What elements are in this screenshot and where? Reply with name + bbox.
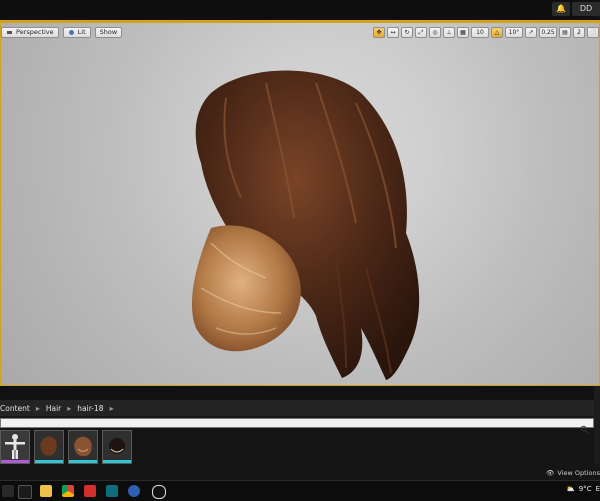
hair-icon bbox=[40, 436, 57, 456]
scale-icon[interactable]: ⤢ bbox=[415, 27, 427, 38]
weather-text: 9°C bbox=[578, 485, 592, 493]
hair-icon bbox=[109, 438, 125, 454]
breadcrumb: Content ▸ Hair ▸ hair-18 ▸ bbox=[0, 400, 600, 416]
search-input[interactable] bbox=[0, 418, 594, 434]
perspective-icon bbox=[6, 29, 13, 36]
breadcrumb-separator: ▸ bbox=[109, 403, 114, 413]
eye-icon: 👁 bbox=[546, 469, 555, 477]
notifications-button[interactable]: 🔔 bbox=[552, 2, 570, 16]
select-mode-icon[interactable]: ✥ bbox=[373, 27, 385, 38]
content-browser-tabs bbox=[0, 386, 600, 401]
asset-tile-hair-3[interactable] bbox=[102, 430, 132, 464]
viewport-toolbar-right: ✥ ↔ ↻ ⤢ ◎ ⊥ ▦ 10 △ 10° ↗ 0.25 ▤ 2 ⬜ bbox=[373, 27, 599, 38]
perspective-label: Perspective bbox=[16, 28, 54, 36]
top-right-label[interactable]: DD bbox=[572, 2, 600, 16]
language-indicator[interactable]: E bbox=[596, 485, 600, 493]
asset-type-strip bbox=[1, 460, 29, 463]
level-viewport[interactable]: Perspective Lit Show ✥ ↔ ↻ ⤢ ◎ ⊥ ▦ 10 △ … bbox=[0, 22, 600, 386]
window-title-bar: 🔔 DD bbox=[0, 0, 600, 22]
hair-mesh-preview[interactable] bbox=[156, 58, 446, 388]
content-browser-scrollbar[interactable] bbox=[594, 386, 600, 464]
mannequin-icon bbox=[5, 434, 25, 459]
breadcrumb-item-hair[interactable]: Hair bbox=[46, 404, 61, 413]
lit-button[interactable]: Lit bbox=[62, 27, 91, 38]
asset-type-strip bbox=[35, 460, 63, 463]
search-icon[interactable] bbox=[580, 419, 589, 434]
grid-snap-icon[interactable]: ▦ bbox=[457, 27, 469, 38]
hair-icon bbox=[74, 436, 92, 457]
camera-speed-icon[interactable]: ▤ bbox=[559, 27, 571, 38]
breadcrumb-separator: ▸ bbox=[35, 403, 40, 413]
asset-type-strip bbox=[103, 460, 131, 463]
taskbar: ⛅ 9°C E bbox=[0, 480, 600, 501]
cinema-icon[interactable] bbox=[128, 485, 140, 497]
breadcrumb-separator: ▸ bbox=[67, 403, 72, 413]
world-local-icon[interactable]: ◎ bbox=[429, 27, 441, 38]
translate-icon[interactable]: ↔ bbox=[387, 27, 399, 38]
opera-icon[interactable] bbox=[84, 485, 96, 497]
view-options-button[interactable]: 👁 View Options bbox=[546, 469, 600, 477]
asset-tile-hair-1[interactable] bbox=[34, 430, 64, 464]
maya-icon[interactable] bbox=[106, 485, 118, 497]
breadcrumb-item-content[interactable]: Content bbox=[0, 404, 30, 413]
scale-snap-icon[interactable]: ↗ bbox=[525, 27, 537, 38]
lit-label: Lit bbox=[77, 28, 86, 36]
asset-tile-hair-2[interactable] bbox=[68, 430, 98, 464]
start-icon[interactable] bbox=[2, 485, 14, 497]
task-view-icon[interactable] bbox=[18, 485, 32, 499]
camera-speed-value[interactable]: 2 bbox=[573, 27, 585, 38]
unreal-icon[interactable] bbox=[152, 485, 166, 499]
file-explorer-icon[interactable] bbox=[40, 485, 52, 497]
maximize-viewport-icon[interactable]: ⬜ bbox=[587, 27, 599, 38]
rotation-snap-icon[interactable]: △ bbox=[491, 27, 503, 38]
system-tray: ⛅ 9°C E bbox=[566, 485, 600, 493]
asset-type-strip bbox=[69, 460, 97, 463]
grid-size-value[interactable]: 10 bbox=[471, 27, 489, 38]
show-label: Show bbox=[99, 28, 118, 36]
rotation-snap-value[interactable]: 10° bbox=[505, 27, 523, 38]
asset-tile-mannequin[interactable] bbox=[0, 430, 30, 464]
chrome-icon[interactable] bbox=[62, 485, 74, 497]
show-button[interactable]: Show bbox=[94, 27, 123, 38]
scale-snap-value[interactable]: 0.25 bbox=[539, 27, 557, 38]
viewport-toolbar-left: Perspective Lit Show bbox=[1, 27, 123, 38]
asset-grid bbox=[0, 430, 132, 466]
rotate-icon[interactable]: ↻ bbox=[401, 27, 413, 38]
breadcrumb-item-hair-18[interactable]: hair-18 bbox=[77, 404, 103, 413]
surface-snap-icon[interactable]: ⊥ bbox=[443, 27, 455, 38]
weather-icon: ⛅ bbox=[566, 485, 575, 493]
view-options-label: View Options bbox=[557, 469, 600, 477]
lit-icon bbox=[68, 29, 75, 36]
perspective-button[interactable]: Perspective bbox=[1, 27, 59, 38]
